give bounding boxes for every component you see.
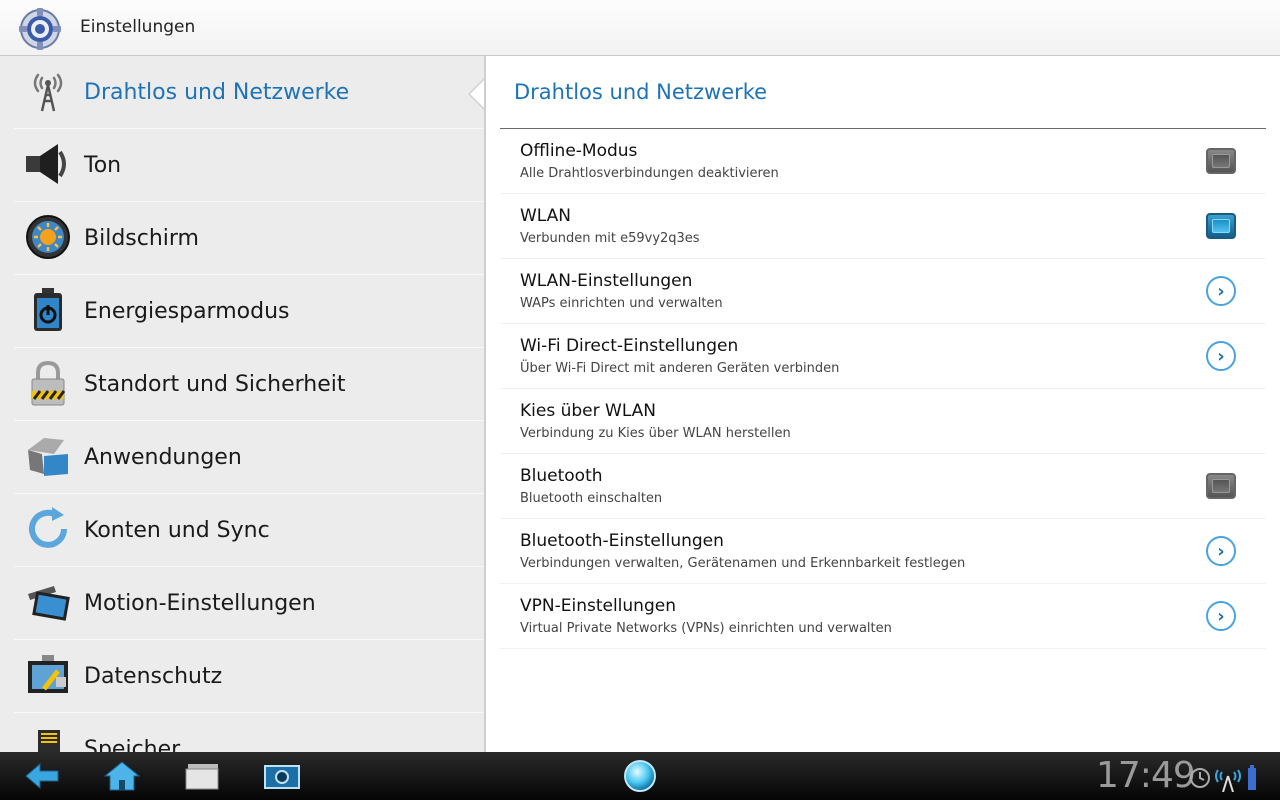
selection-pointer	[470, 76, 484, 112]
checkbox-checked-icon	[1206, 213, 1236, 239]
screenshot-icon[interactable]	[262, 760, 302, 792]
sidebar-item-energiesparmodus[interactable]: Energiesparmodus	[14, 275, 484, 348]
app-title: Einstellungen	[80, 17, 196, 37]
setting-title: Kies über WLAN	[520, 401, 657, 421]
privacy-icon	[28, 655, 68, 693]
page-title: Drahtlos und Netzwerke	[514, 80, 768, 104]
setting-title: Bluetooth	[520, 466, 603, 486]
setting-subtitle: WAPs einrichten und verwalten	[520, 296, 723, 311]
sidebar-item-label: Konten und Sync	[84, 517, 270, 543]
sidebar-item-label: Motion-Einstellungen	[84, 590, 316, 616]
sidebar-item-ton[interactable]: Ton	[14, 129, 484, 202]
sidebar-item-drahtlos[interactable]: Drahtlos und Netzwerke	[14, 56, 484, 129]
setting-vpn-einstellungen[interactable]: VPN-Einstellungen Virtual Private Networ…	[500, 584, 1266, 649]
chevron-right-icon: ›	[1206, 536, 1236, 566]
setting-subtitle: Alle Drahtlosverbindungen deaktivieren	[520, 166, 779, 181]
title-bar: Einstellungen	[0, 0, 1280, 56]
bluetooth-checkbox[interactable]	[1206, 471, 1238, 501]
sidebar-item-label: Drahtlos und Netzwerke	[84, 79, 350, 105]
setting-bluetooth-einstellungen[interactable]: Bluetooth-Einstellungen Verbindungen ver…	[500, 519, 1266, 584]
back-icon[interactable]	[22, 760, 62, 792]
chevron-right-icon: ›	[1206, 341, 1236, 371]
battery-icon	[1248, 765, 1256, 790]
applications-icon	[28, 438, 68, 476]
sidebar-item-datenschutz[interactable]: Datenschutz	[14, 640, 484, 713]
setting-title: WLAN-Einstellungen	[520, 271, 693, 291]
setting-subtitle: Über Wi-Fi Direct mit anderen Geräten ve…	[520, 361, 840, 376]
status-icons[interactable]	[1188, 762, 1268, 792]
antenna-icon	[33, 73, 63, 112]
motion-icon	[28, 586, 70, 621]
setting-offline-modus[interactable]: Offline-Modus Alle Drahtlosverbindungen …	[500, 129, 1266, 194]
storage-icon	[38, 730, 60, 752]
wlan-checkbox[interactable]	[1206, 211, 1238, 241]
sidebar-item-bildschirm[interactable]: Bildschirm	[14, 202, 484, 275]
checkbox-unchecked-icon	[1206, 473, 1236, 499]
home-icon[interactable]	[102, 760, 142, 792]
wifi-signal-icon	[1215, 769, 1241, 792]
sidebar-item-speicher[interactable]: Speicher	[14, 713, 484, 752]
setting-subtitle: Virtual Private Networks (VPNs) einricht…	[520, 621, 892, 636]
speaker-icon	[26, 144, 66, 184]
sidebar-item-label: Energiesparmodus	[84, 298, 290, 324]
recent-apps-icon[interactable]	[182, 760, 222, 792]
settings-list: Offline-Modus Alle Drahtlosverbindungen …	[500, 129, 1266, 649]
sidebar-item-label: Standort und Sicherheit	[84, 371, 346, 397]
status-clock[interactable]: 17:49	[1096, 755, 1196, 796]
setting-kies-wlan[interactable]: Kies über WLAN Verbindung zu Kies über W…	[500, 389, 1266, 454]
settings-sidebar[interactable]: Drahtlos und Netzwerke Ton Bildschirm En	[0, 56, 486, 752]
wlan-settings-arrow[interactable]: ›	[1206, 276, 1238, 306]
setting-wlan[interactable]: WLAN Verbunden mit e59vy2q3es	[500, 194, 1266, 259]
brightness-icon	[26, 215, 70, 259]
sidebar-item-motion[interactable]: Motion-Einstellungen	[14, 567, 484, 640]
system-bar: 17:49	[0, 752, 1280, 800]
sidebar-item-anwendungen[interactable]: Anwendungen	[14, 421, 484, 494]
setting-bluetooth[interactable]: Bluetooth Bluetooth einschalten	[500, 454, 1266, 519]
setting-subtitle: Verbunden mit e59vy2q3es	[520, 231, 700, 246]
setting-title: Wi-Fi Direct-Einstellungen	[520, 336, 739, 356]
sync-icon	[29, 507, 67, 548]
sidebar-item-konten[interactable]: Konten und Sync	[14, 494, 484, 567]
app-launcher-orb-icon[interactable]	[624, 760, 656, 792]
alarm-icon	[1190, 768, 1210, 788]
setting-wlan-einstellungen[interactable]: WLAN-Einstellungen WAPs einrichten und v…	[500, 259, 1266, 324]
setting-subtitle: Bluetooth einschalten	[520, 491, 663, 506]
sidebar-item-label: Anwendungen	[84, 444, 242, 470]
setting-wifi-direct[interactable]: Wi-Fi Direct-Einstellungen Über Wi-Fi Di…	[500, 324, 1266, 389]
padlock-icon	[31, 360, 66, 406]
settings-content: Drahtlos und Netzwerke Offline-Modus All…	[486, 56, 1280, 752]
sidebar-item-label: Speicher	[84, 736, 181, 753]
sidebar-item-label: Ton	[84, 152, 122, 178]
setting-title: WLAN	[520, 206, 572, 226]
sidebar-item-standort[interactable]: Standort und Sicherheit	[14, 348, 484, 421]
setting-subtitle: Verbindung zu Kies über WLAN herstellen	[520, 426, 791, 441]
offline-mode-checkbox[interactable]	[1206, 146, 1238, 176]
chevron-right-icon: ›	[1206, 276, 1236, 306]
sidebar-item-label: Datenschutz	[84, 663, 223, 689]
sidebar-item-label: Bildschirm	[84, 225, 199, 251]
vpn-settings-arrow[interactable]: ›	[1206, 601, 1238, 631]
setting-title: VPN-Einstellungen	[520, 596, 676, 616]
power-saving-icon	[34, 288, 62, 331]
checkbox-unchecked-icon	[1206, 148, 1236, 174]
setting-subtitle: Verbindungen verwalten, Gerätenamen und …	[520, 556, 966, 571]
chevron-right-icon: ›	[1206, 601, 1236, 631]
setting-title: Offline-Modus	[520, 141, 638, 161]
wifi-direct-arrow[interactable]: ›	[1206, 341, 1238, 371]
settings-gear-icon	[19, 8, 61, 50]
setting-title: Bluetooth-Einstellungen	[520, 531, 724, 551]
bluetooth-settings-arrow[interactable]: ›	[1206, 536, 1238, 566]
